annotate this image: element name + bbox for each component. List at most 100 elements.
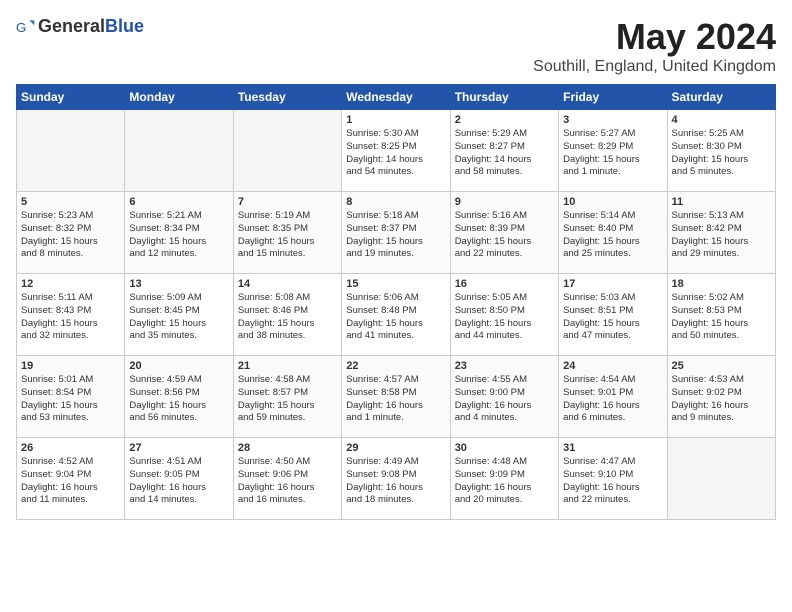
day-info: Sunrise: 4:50 AM Sunset: 9:06 PM Dayligh… (238, 456, 337, 507)
title-block: May 2024 Southill, England, United Kingd… (533, 16, 776, 76)
day-number: 7 (238, 196, 337, 208)
week-row-5: 26Sunrise: 4:52 AM Sunset: 9:04 PM Dayli… (17, 438, 776, 520)
calendar-cell: 18 Sunrise: 5:02 AM Sunset: 8:53 PM Dayli… (667, 274, 775, 356)
calendar-cell (17, 110, 125, 192)
day-info: Sunrise: 5:11 AM Sunset: 8:43 PM Dayligh… (21, 292, 120, 343)
calendar-cell: 12 Sunrise: 5:11 AM Sunset: 8:43 PM Dayli… (17, 274, 125, 356)
day-info: Sunrise: 5:18 AM Sunset: 8:37 PM Dayligh… (346, 210, 445, 261)
calendar-cell: 6 Sunrise: 5:21 AM Sunset: 8:34 PM Daylig… (125, 192, 233, 274)
calendar-cell: 19 Sunrise: 5:01 AM Sunset: 8:54 PM Dayli… (17, 356, 125, 438)
day-number: 21 (238, 360, 337, 372)
day-info: Sunrise: 5:25 AM Sunset: 8:30 PM Dayligh… (672, 128, 771, 179)
day-number: 5 (21, 196, 120, 208)
day-info: Sunrise: 5:06 AM Sunset: 8:48 PM Dayligh… (346, 292, 445, 343)
day-info: Sunrise: 5:21 AM Sunset: 8:34 PM Dayligh… (129, 210, 228, 261)
calendar-cell: 17 Sunrise: 5:03 AM Sunset: 8:51 PM Dayli… (559, 274, 667, 356)
day-number: 23 (455, 360, 554, 372)
calendar-cell: 24Sunrise: 4:54 AM Sunset: 9:01 PM Dayli… (559, 356, 667, 438)
header-monday: Monday (125, 85, 233, 110)
week-row-4: 19 Sunrise: 5:01 AM Sunset: 8:54 PM Dayli… (17, 356, 776, 438)
day-number: 22 (346, 360, 445, 372)
header-tuesday: Tuesday (233, 85, 341, 110)
logo-icon: G (16, 17, 36, 37)
calendar-cell: 25 Sunrise: 4:53 AM Sunset: 9:02 PM Dayli… (667, 356, 775, 438)
calendar-table: SundayMondayTuesdayWednesdayThursdayFrid… (16, 84, 776, 520)
calendar-cell: 3Sunrise: 5:27 AM Sunset: 8:29 PM Daylig… (559, 110, 667, 192)
calendar-cell: 1 Sunrise: 5:30 AM Sunset: 8:25 PM Daylig… (342, 110, 450, 192)
calendar-cell: 21 Sunrise: 4:58 AM Sunset: 8:57 PM Dayli… (233, 356, 341, 438)
day-info: Sunrise: 4:59 AM Sunset: 8:56 PM Dayligh… (129, 374, 228, 425)
calendar-cell: 4 Sunrise: 5:25 AM Sunset: 8:30 PM Daylig… (667, 110, 775, 192)
calendar-cell: 7 Sunrise: 5:19 AM Sunset: 8:35 PM Daylig… (233, 192, 341, 274)
calendar-cell (233, 110, 341, 192)
week-row-3: 12 Sunrise: 5:11 AM Sunset: 8:43 PM Dayli… (17, 274, 776, 356)
calendar-cell: 14Sunrise: 5:08 AM Sunset: 8:46 PM Dayli… (233, 274, 341, 356)
calendar-cell (125, 110, 233, 192)
day-number: 30 (455, 442, 554, 454)
day-number: 29 (346, 442, 445, 454)
week-row-2: 5 Sunrise: 5:23 AM Sunset: 8:32 PM Daylig… (17, 192, 776, 274)
day-number: 3 (563, 114, 662, 126)
day-number: 14 (238, 278, 337, 290)
day-number: 25 (672, 360, 771, 372)
calendar-cell: 13 Sunrise: 5:09 AM Sunset: 8:45 PM Dayli… (125, 274, 233, 356)
day-number: 4 (672, 114, 771, 126)
day-number: 13 (129, 278, 228, 290)
week-row-1: 1 Sunrise: 5:30 AM Sunset: 8:25 PM Daylig… (17, 110, 776, 192)
day-info: Sunrise: 5:19 AM Sunset: 8:35 PM Dayligh… (238, 210, 337, 261)
calendar-cell: 15 Sunrise: 5:06 AM Sunset: 8:48 PM Dayli… (342, 274, 450, 356)
header-friday: Friday (559, 85, 667, 110)
day-info: Sunrise: 5:09 AM Sunset: 8:45 PM Dayligh… (129, 292, 228, 343)
day-number: 15 (346, 278, 445, 290)
day-info: Sunrise: 5:03 AM Sunset: 8:51 PM Dayligh… (563, 292, 662, 343)
day-info: Sunrise: 4:47 AM Sunset: 9:10 PM Dayligh… (563, 456, 662, 507)
day-info: Sunrise: 4:55 AM Sunset: 9:00 PM Dayligh… (455, 374, 554, 425)
day-number: 8 (346, 196, 445, 208)
day-info: Sunrise: 5:30 AM Sunset: 8:25 PM Dayligh… (346, 128, 445, 179)
day-number: 18 (672, 278, 771, 290)
calendar-cell: 9 Sunrise: 5:16 AM Sunset: 8:39 PM Daylig… (450, 192, 558, 274)
calendar-location: Southill, England, United Kingdom (533, 58, 776, 76)
calendar-cell: 27Sunrise: 4:51 AM Sunset: 9:05 PM Dayli… (125, 438, 233, 520)
day-number: 2 (455, 114, 554, 126)
calendar-title: May 2024 (533, 16, 776, 58)
day-number: 19 (21, 360, 120, 372)
header-sunday: Sunday (17, 85, 125, 110)
day-number: 1 (346, 114, 445, 126)
header-thursday: Thursday (450, 85, 558, 110)
day-info: Sunrise: 5:05 AM Sunset: 8:50 PM Dayligh… (455, 292, 554, 343)
day-info: Sunrise: 5:16 AM Sunset: 8:39 PM Dayligh… (455, 210, 554, 261)
day-info: Sunrise: 4:51 AM Sunset: 9:05 PM Dayligh… (129, 456, 228, 507)
day-number: 20 (129, 360, 228, 372)
calendar-cell: 30Sunrise: 4:48 AM Sunset: 9:09 PM Dayli… (450, 438, 558, 520)
header-wednesday: Wednesday (342, 85, 450, 110)
day-number: 16 (455, 278, 554, 290)
day-info: Sunrise: 5:02 AM Sunset: 8:53 PM Dayligh… (672, 292, 771, 343)
day-info: Sunrise: 4:57 AM Sunset: 8:58 PM Dayligh… (346, 374, 445, 425)
day-number: 6 (129, 196, 228, 208)
calendar-cell: 28 Sunrise: 4:50 AM Sunset: 9:06 PM Dayli… (233, 438, 341, 520)
day-number: 28 (238, 442, 337, 454)
day-info: Sunrise: 5:13 AM Sunset: 8:42 PM Dayligh… (672, 210, 771, 261)
day-number: 17 (563, 278, 662, 290)
calendar-cell: 26Sunrise: 4:52 AM Sunset: 9:04 PM Dayli… (17, 438, 125, 520)
calendar-cell: 8 Sunrise: 5:18 AM Sunset: 8:37 PM Daylig… (342, 192, 450, 274)
day-number: 11 (672, 196, 771, 208)
day-info: Sunrise: 4:49 AM Sunset: 9:08 PM Dayligh… (346, 456, 445, 507)
day-number: 12 (21, 278, 120, 290)
day-info: Sunrise: 4:52 AM Sunset: 9:04 PM Dayligh… (21, 456, 120, 507)
calendar-cell: 29 Sunrise: 4:49 AM Sunset: 9:08 PM Dayli… (342, 438, 450, 520)
day-number: 9 (455, 196, 554, 208)
day-number: 10 (563, 196, 662, 208)
calendar-cell: 5 Sunrise: 5:23 AM Sunset: 8:32 PM Daylig… (17, 192, 125, 274)
day-info: Sunrise: 4:53 AM Sunset: 9:02 PM Dayligh… (672, 374, 771, 425)
day-info: Sunrise: 5:29 AM Sunset: 8:27 PM Dayligh… (455, 128, 554, 179)
day-info: Sunrise: 4:58 AM Sunset: 8:57 PM Dayligh… (238, 374, 337, 425)
day-info: Sunrise: 5:23 AM Sunset: 8:32 PM Dayligh… (21, 210, 120, 261)
calendar-cell: 11 Sunrise: 5:13 AM Sunset: 8:42 PM Dayli… (667, 192, 775, 274)
day-info: Sunrise: 5:01 AM Sunset: 8:54 PM Dayligh… (21, 374, 120, 425)
day-info: Sunrise: 4:54 AM Sunset: 9:01 PM Dayligh… (563, 374, 662, 425)
calendar-cell: 16 Sunrise: 5:05 AM Sunset: 8:50 PM Dayli… (450, 274, 558, 356)
day-number: 31 (563, 442, 662, 454)
header-saturday: Saturday (667, 85, 775, 110)
